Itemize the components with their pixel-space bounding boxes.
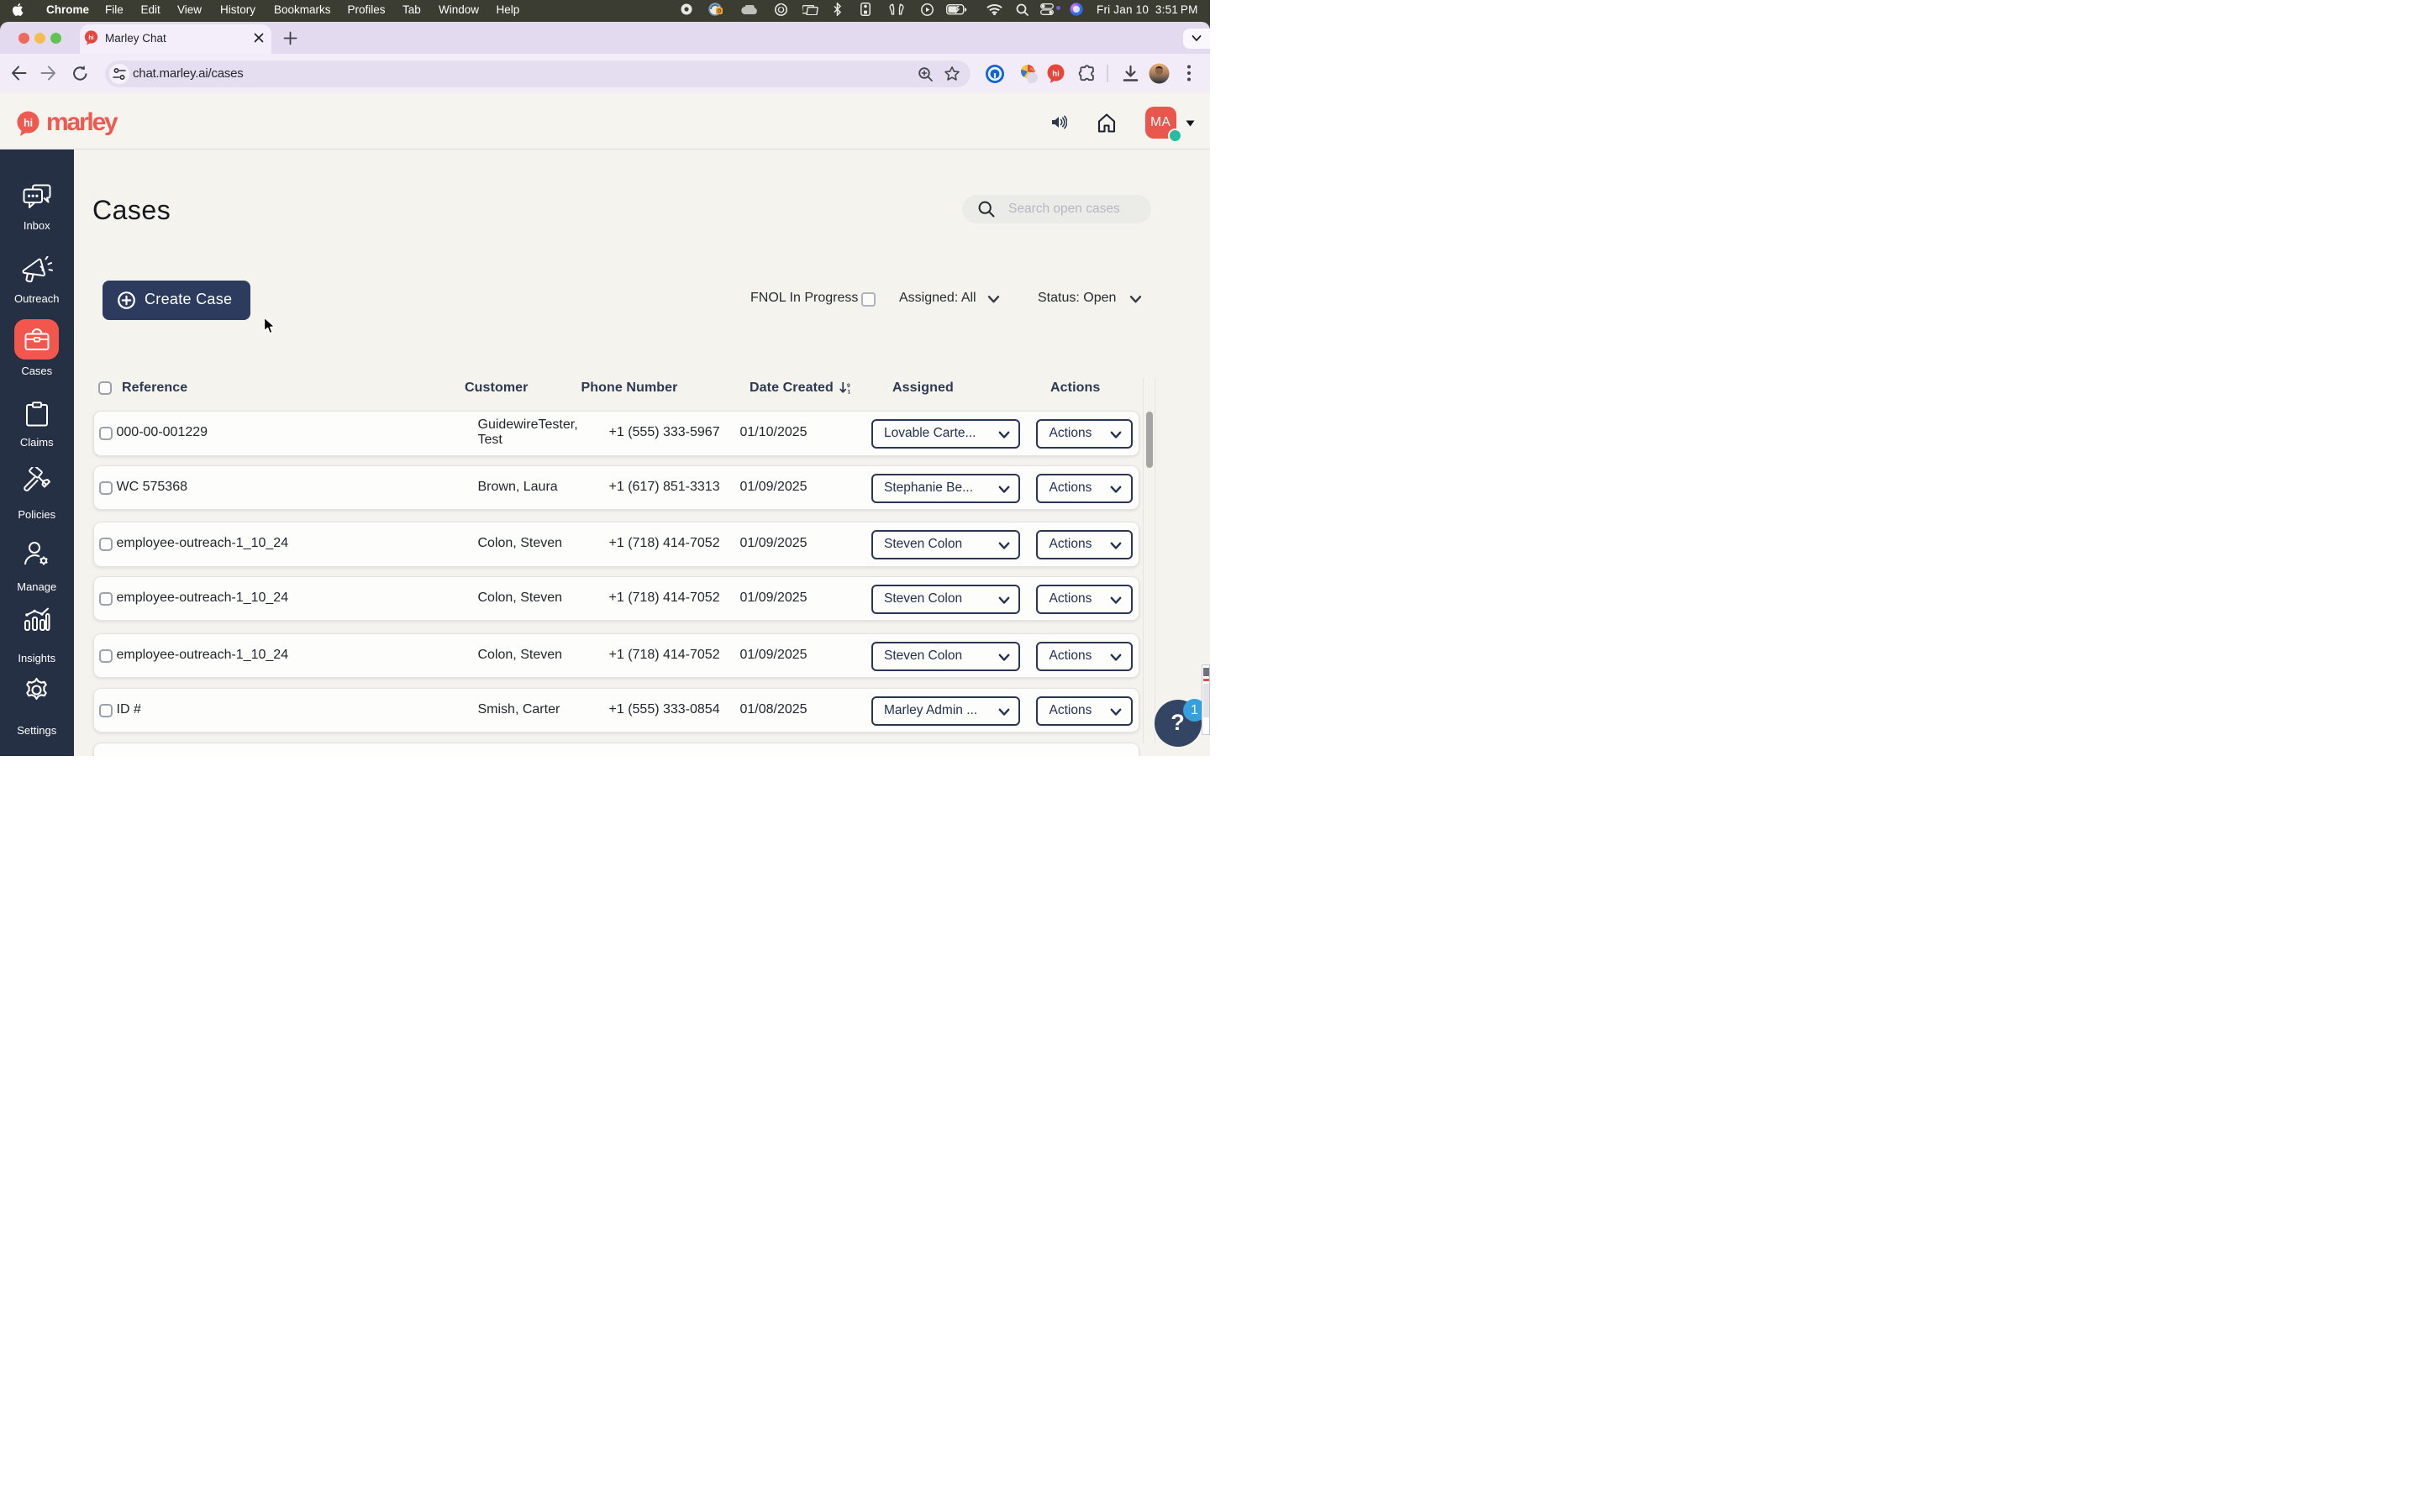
svg-text:hi: hi bbox=[24, 118, 33, 129]
svg-text:hi: hi bbox=[1052, 69, 1059, 78]
svg-text:hi: hi bbox=[88, 35, 93, 41]
svg-text:9: 9 bbox=[847, 383, 850, 389]
svg-text:1: 1 bbox=[848, 390, 851, 395]
